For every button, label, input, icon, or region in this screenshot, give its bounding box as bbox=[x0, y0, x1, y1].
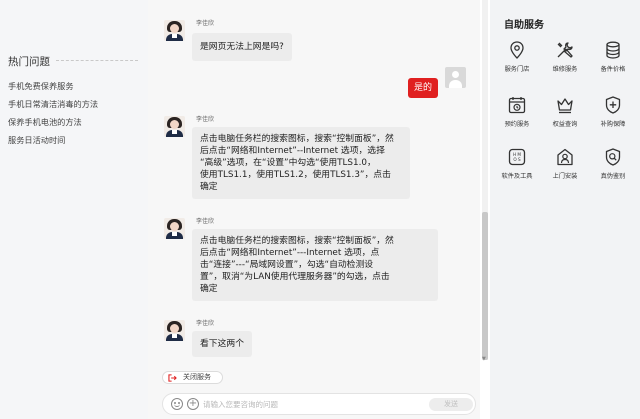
hmos-icon: H M O S bbox=[508, 148, 526, 166]
repair-service-button[interactable]: 维修服务 bbox=[542, 40, 588, 92]
chat-scrollbar-thumb[interactable] bbox=[482, 212, 488, 360]
service-store-button[interactable]: 服务门店 bbox=[494, 40, 540, 92]
agent-avatar bbox=[164, 218, 185, 239]
service-label: 权益查询 bbox=[552, 121, 578, 128]
authenticity-check-button[interactable]: 真伪鉴别 bbox=[590, 147, 636, 199]
agent-message: 看下这两个 bbox=[192, 331, 252, 357]
home-installation-button[interactable]: 上门安装 bbox=[542, 147, 588, 199]
home-user-icon bbox=[557, 148, 573, 166]
agent-name: 李佳欣 bbox=[196, 320, 215, 327]
purchase-protection-button[interactable]: 补购保障 bbox=[590, 95, 636, 147]
service-label: 软件及工具 bbox=[501, 173, 533, 180]
service-label: 补购保障 bbox=[600, 121, 626, 128]
appointment-button[interactable]: 预约服务 bbox=[494, 95, 540, 147]
message-line: 确定 bbox=[200, 284, 218, 294]
agent-name: 李佳欣 bbox=[196, 218, 215, 225]
scroll-down-arrow-icon[interactable]: ▼ bbox=[482, 356, 486, 362]
message-line: 后点击“网络和Internet”---Internet 选项，点 bbox=[200, 248, 380, 258]
calendar-icon bbox=[508, 97, 526, 114]
message-line: 置”，取消“为LAN使用代理服务器”的勾选，点击 bbox=[200, 272, 390, 282]
exit-icon bbox=[168, 374, 177, 382]
agent-avatar bbox=[164, 20, 185, 41]
agent-avatar bbox=[164, 116, 185, 137]
shield-search-icon bbox=[605, 148, 621, 166]
message-input[interactable] bbox=[203, 397, 423, 411]
parts-price-button[interactable]: 备件价格 bbox=[590, 40, 636, 92]
svg-text:O S: O S bbox=[513, 157, 521, 162]
service-label: 预约服务 bbox=[504, 121, 530, 128]
hot-question-item[interactable]: 手机日常清洁消毒的方法 bbox=[8, 98, 98, 110]
message-line: 点击电脑任务栏的搜索图标，搜索“控制面板”，然 bbox=[200, 236, 394, 246]
message-line: 后点击“网络和Internet”--Internet 选项，选择 bbox=[200, 146, 385, 156]
chat-panel: 李佳欣 是网页无法上网是吗? 是的 李佳欣 点击电脑任务栏的搜索图标，搜索“控制… bbox=[148, 0, 488, 419]
service-label: 服务门店 bbox=[504, 66, 530, 73]
message-line: “高级”选项，在“设置”中勾选“使用TLS1.0， bbox=[200, 158, 376, 168]
user-message: 是的 bbox=[408, 78, 439, 98]
hot-question-item[interactable]: 手机免费保养服务 bbox=[8, 80, 74, 92]
service-label: 上门安装 bbox=[552, 173, 578, 180]
message-line: 点击电脑任务栏的搜索图标，搜索“控制面板”，然 bbox=[200, 134, 394, 144]
self-service-title: 自助服务 bbox=[504, 20, 544, 31]
hot-questions-sidebar: 热门问题 手机免费保养服务 手机日常清洁消毒的方法 保养手机电池的方法 服务日活… bbox=[0, 0, 148, 419]
divider bbox=[56, 60, 138, 61]
agent-avatar bbox=[164, 320, 185, 341]
chat-input-bar: + 发送 bbox=[162, 393, 476, 415]
hot-question-item[interactable]: 服务日活动时间 bbox=[8, 134, 65, 146]
send-button[interactable]: 发送 bbox=[429, 398, 473, 411]
shield-plus-icon bbox=[605, 96, 621, 114]
emoji-icon[interactable] bbox=[171, 398, 183, 410]
agent-name: 李佳欣 bbox=[196, 116, 215, 123]
close-service-button[interactable]: 关闭服务 bbox=[162, 371, 223, 384]
message-line: 确定 bbox=[200, 182, 218, 192]
add-attachment-icon[interactable]: + bbox=[187, 398, 199, 410]
location-pin-icon bbox=[510, 41, 524, 59]
service-label: 维修服务 bbox=[552, 66, 578, 73]
benefits-query-button[interactable]: 权益查询 bbox=[542, 95, 588, 147]
agent-message: 点击电脑任务栏的搜索图标，搜索“控制面板”，然 后点击“网络和Internet”… bbox=[192, 127, 410, 199]
database-icon bbox=[606, 41, 620, 59]
tools-icon bbox=[557, 42, 573, 58]
message-line: 使用TLS1.1，使用TLS1.2，使用TLS1.3”，点击 bbox=[200, 170, 391, 180]
self-service-panel: 自助服务 服务门店 维修服务 备件价格 预约服务 权益查询 补购保障 H M O… bbox=[490, 0, 640, 419]
service-label: 备件价格 bbox=[600, 66, 626, 73]
hot-questions-title: 热门问题 bbox=[8, 56, 50, 68]
hot-question-item[interactable]: 保养手机电池的方法 bbox=[8, 116, 82, 128]
crown-icon bbox=[557, 98, 573, 114]
user-avatar bbox=[445, 67, 466, 88]
service-label: 真伪鉴别 bbox=[600, 173, 626, 180]
agent-message: 是网页无法上网是吗? bbox=[192, 33, 292, 61]
agent-message: 点击电脑任务栏的搜索图标，搜索“控制面板”，然 后点击“网络和Internet”… bbox=[192, 229, 438, 301]
message-line: 击“连接”---“局域网设置”，勾选“自动检测设 bbox=[200, 260, 374, 270]
software-tools-button[interactable]: H M O S 软件及工具 bbox=[494, 147, 540, 199]
agent-name: 李佳欣 bbox=[196, 20, 215, 27]
close-service-label: 关闭服务 bbox=[183, 373, 211, 381]
